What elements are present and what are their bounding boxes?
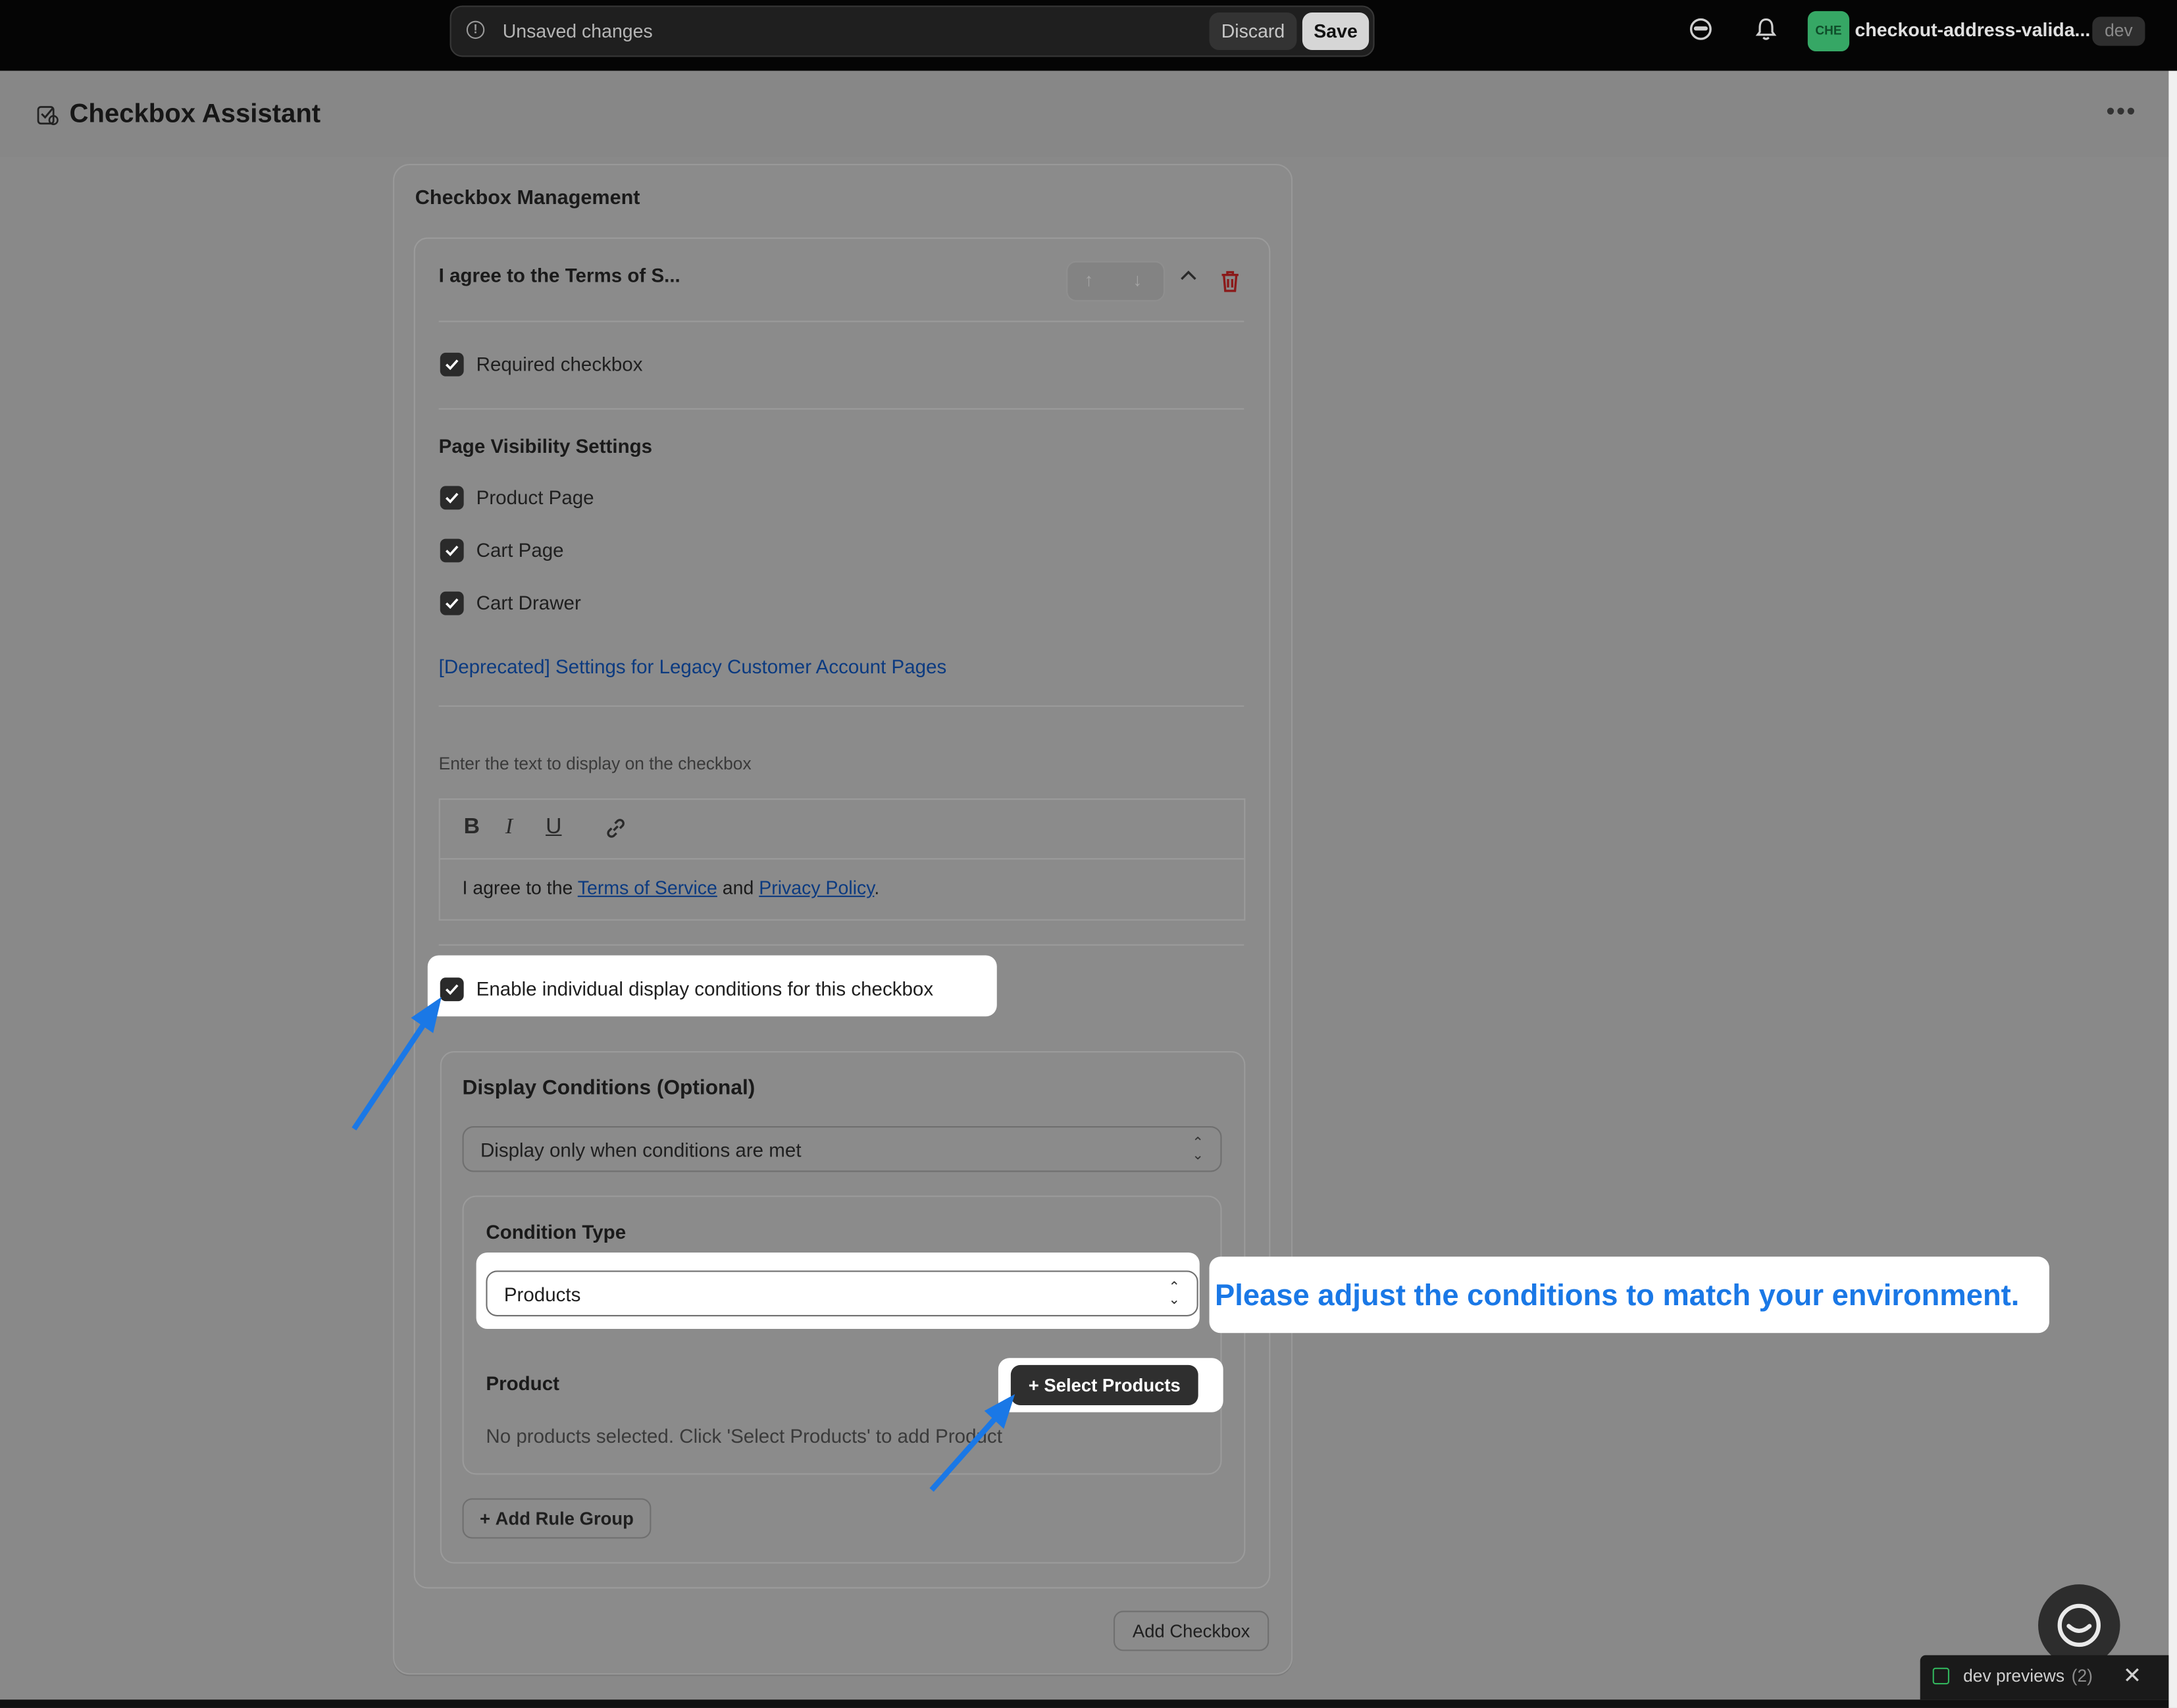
chat-icon [2057, 1603, 2101, 1647]
editor-text: I agree to the [462, 877, 578, 898]
page-visibility-heading: Page Visibility Settings [438, 434, 653, 457]
callout-text: Please adjust the conditions to match yo… [1214, 1279, 2020, 1312]
top-bar: ! Unsaved changes Discard Save CHE check… [0, 0, 2177, 71]
store-avatar[interactable]: CHE [1807, 11, 1850, 52]
condition-type-label: Condition Type [486, 1220, 627, 1243]
dev-previews-label: dev previews [1963, 1666, 2065, 1686]
bold-button[interactable]: B [464, 815, 480, 840]
display-conditions-heading: Display Conditions (Optional) [462, 1076, 756, 1100]
reorder-buttons: ↑ ↓ [1066, 261, 1165, 301]
close-icon[interactable]: ✕ [2123, 1662, 2141, 1690]
underline-button[interactable]: U [546, 815, 561, 840]
enable-conditions-label: Enable individual display conditions for… [476, 977, 934, 1000]
env-badge: dev [2092, 16, 2145, 46]
plus-icon: + [1028, 1374, 1039, 1396]
product-page-checkbox[interactable] [440, 486, 464, 510]
editor-text: . [874, 877, 880, 898]
chat-button[interactable] [2038, 1584, 2120, 1667]
add-checkbox-button[interactable]: Add Checkbox [1113, 1611, 1269, 1651]
cart-drawer-checkbox[interactable] [440, 591, 464, 615]
divider [438, 408, 1244, 410]
cart-drawer-label: Cart Drawer [476, 591, 581, 614]
checkbox-item-title[interactable]: I agree to the Terms of S... [439, 264, 680, 286]
store-name[interactable]: checkout-address-valida... [1855, 20, 2091, 41]
display-mode-select[interactable]: Display only when conditions are met ⌃ ⌄ [462, 1126, 1222, 1172]
product-page-label: Product Page [476, 486, 594, 509]
app-icon [37, 106, 59, 126]
card-title: Checkbox Management [415, 187, 640, 210]
bottom-edge [0, 1699, 2169, 1708]
condition-type-select[interactable]: Products ⌃ ⌄ [486, 1270, 1198, 1316]
editor-content[interactable]: I agree to the Terms of Service and Priv… [463, 877, 880, 898]
select-arrows-icon: ⌃ ⌄ [1168, 1280, 1181, 1308]
unsaved-changes-bar: ! Unsaved changes Discard Save [449, 5, 1375, 57]
select-products-button[interactable]: + Select Products [1010, 1364, 1198, 1406]
page-title: Checkbox Assistant [69, 99, 321, 130]
legacy-settings-link[interactable]: [Deprecated] Settings for Legacy Custome… [439, 656, 947, 678]
product-label: Product [486, 1372, 559, 1395]
italic-button[interactable]: I [505, 815, 513, 840]
cart-page-label: Cart Page [476, 538, 564, 561]
required-checkbox[interactable] [440, 352, 464, 376]
right-edge [2168, 70, 2177, 1708]
bell-icon[interactable] [1752, 16, 1780, 44]
profile-mask-icon[interactable] [1687, 16, 1714, 44]
link-icon[interactable] [604, 817, 628, 841]
rich-text-editor: B I U I agree to the Terms of Service an… [438, 798, 1246, 921]
app-header: Checkbox Assistant ••• [0, 70, 2169, 157]
add-rule-group-button[interactable]: + Add Rule Group [462, 1498, 652, 1539]
chevron-up-icon[interactable] [1179, 268, 1198, 282]
trash-icon[interactable] [1219, 269, 1241, 293]
plus-icon: + [480, 1508, 491, 1529]
required-checkbox-label: Required checkbox [476, 352, 643, 375]
select-products-label: Select Products [1044, 1374, 1181, 1396]
save-button[interactable]: Save [1302, 12, 1370, 50]
more-horizontal-icon[interactable]: ••• [2106, 97, 2136, 126]
editor-text: and [717, 877, 759, 898]
warning-icon: ! [466, 20, 485, 39]
preview-icon [1932, 1667, 1950, 1685]
divider [438, 944, 1244, 946]
divider [438, 321, 1244, 323]
terms-link[interactable]: Terms of Service [578, 877, 717, 898]
display-mode-value: Display only when conditions are met [480, 1138, 802, 1161]
editor-toolbar: B I U [440, 800, 1244, 860]
arrow-down-icon[interactable]: ↓ [1133, 269, 1142, 290]
divider [438, 705, 1244, 707]
add-rule-group-label: Add Rule Group [495, 1508, 634, 1529]
dev-previews-bar[interactable]: dev previews (2) ✕ [1920, 1655, 2169, 1700]
editor-label: Enter the text to display on the checkbo… [438, 754, 752, 774]
discard-button[interactable]: Discard [1209, 12, 1297, 50]
screen: ! Unsaved changes Discard Save CHE check… [0, 0, 2177, 1708]
select-arrows-icon: ⌃ ⌄ [1192, 1135, 1204, 1164]
condition-type-value: Products [503, 1283, 581, 1306]
enable-conditions-checkbox[interactable] [440, 977, 464, 1002]
privacy-link[interactable]: Privacy Policy [759, 877, 874, 898]
unsaved-changes-text: Unsaved changes [502, 20, 653, 42]
cart-page-checkbox[interactable] [440, 538, 464, 563]
empty-products-text: No products selected. Click 'Select Prod… [486, 1424, 1002, 1447]
dev-previews-count: (2) [2071, 1666, 2093, 1686]
arrow-up-icon[interactable]: ↑ [1085, 269, 1094, 290]
